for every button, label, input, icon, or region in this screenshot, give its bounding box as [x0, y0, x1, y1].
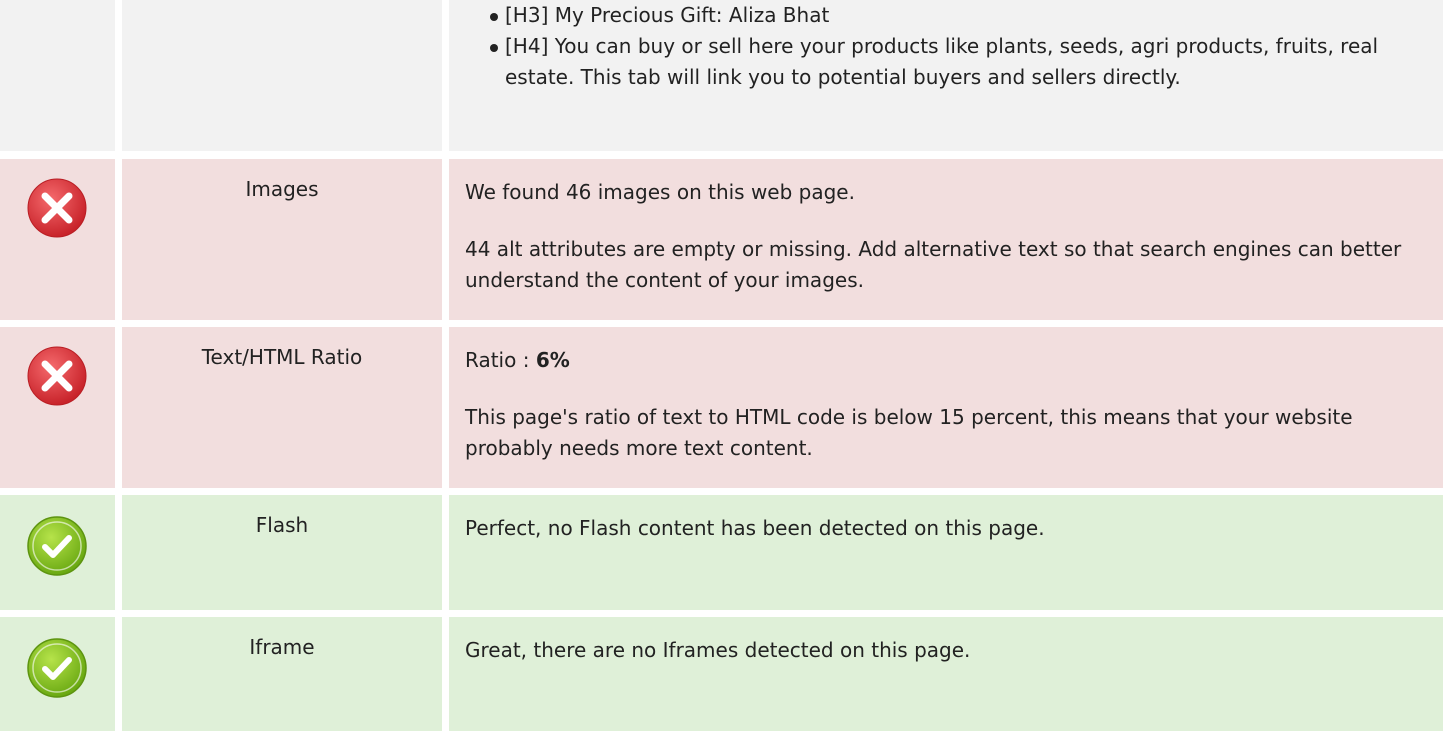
- ratio-description: This page's ratio of text to HTML code i…: [465, 405, 1353, 460]
- content-cell: We found 46 images on this web page. 44 …: [449, 159, 1443, 320]
- status-cell: [0, 617, 115, 731]
- label-cell: Iframe: [122, 617, 442, 731]
- iframe-status-text: Great, there are no Iframes detected on …: [465, 638, 971, 662]
- ratio-value: 6%: [535, 348, 570, 372]
- row-label: Iframe: [249, 635, 315, 659]
- list-item: [H4] You can buy or sell here your produ…: [465, 31, 1413, 93]
- headings-row: [H3] My Precious Gift: Aliza Bhat [H4] Y…: [0, 0, 1443, 151]
- check-icon: [27, 516, 87, 576]
- images-row: Images We found 46 images on this web pa…: [0, 159, 1443, 320]
- ratio-line: Ratio : 6%: [465, 345, 1413, 376]
- check-icon: [27, 638, 87, 698]
- row-label: Text/HTML Ratio: [201, 345, 363, 369]
- flash-status-text: Perfect, no Flash content has been detec…: [465, 516, 1045, 540]
- text-html-ratio-row: Text/HTML Ratio Ratio : 6% This page's r…: [0, 327, 1443, 488]
- label-cell: [122, 0, 442, 151]
- row-label: Flash: [255, 513, 309, 537]
- label-cell: Flash: [122, 495, 442, 610]
- content-cell: Perfect, no Flash content has been detec…: [449, 495, 1443, 610]
- content-cell: Great, there are no Iframes detected on …: [449, 617, 1443, 731]
- label-cell: Text/HTML Ratio: [122, 327, 442, 488]
- headings-list: [H3] My Precious Gift: Aliza Bhat [H4] Y…: [465, 0, 1413, 93]
- ratio-prefix: Ratio :: [465, 348, 536, 372]
- status-cell: [0, 495, 115, 610]
- status-cell: [0, 159, 115, 320]
- iframe-row: Iframe Great, there are no Iframes detec…: [0, 617, 1443, 731]
- content-cell: Ratio : 6% This page's ratio of text to …: [449, 327, 1443, 488]
- content-cell: [H3] My Precious Gift: Aliza Bhat [H4] Y…: [449, 0, 1443, 151]
- flash-row: Flash Perfect, no Flash content has been…: [0, 495, 1443, 610]
- list-item: [H3] My Precious Gift: Aliza Bhat: [465, 0, 1413, 31]
- label-cell: Images: [122, 159, 442, 320]
- status-cell: [0, 327, 115, 488]
- status-cell: [0, 0, 115, 151]
- error-x-icon: [27, 346, 87, 406]
- images-found-text: We found 46 images on this web page.: [465, 180, 855, 204]
- alt-attributes-text: 44 alt attributes are empty or missing. …: [465, 237, 1402, 292]
- error-x-icon: [27, 178, 87, 238]
- row-label: Images: [245, 177, 319, 201]
